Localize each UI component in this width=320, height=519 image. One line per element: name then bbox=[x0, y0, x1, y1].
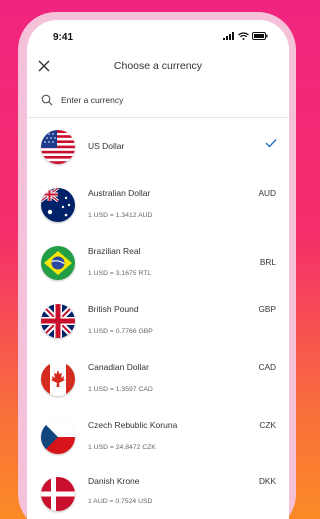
currency-row-brl[interactable]: Brazilian Real 1 USD = 3.1675 RTL BRL bbox=[27, 234, 289, 290]
battery-icon bbox=[252, 32, 268, 40]
phone-screen: 9:41 Choose a currency Enter a currency … bbox=[27, 20, 289, 519]
ca-flag-icon bbox=[41, 362, 75, 396]
currency-code: CZK bbox=[259, 420, 276, 430]
search-bar[interactable] bbox=[41, 92, 277, 108]
exchange-rate: 1 USD = 3.1675 RTL bbox=[88, 270, 152, 277]
currency-code: GBP bbox=[258, 304, 276, 314]
currency-code: DKK bbox=[258, 476, 276, 486]
currency-row-aud[interactable]: Australian Dollar 1 USD = 1.3412 AUD AUD bbox=[27, 176, 289, 232]
header: Choose a currency bbox=[27, 56, 289, 82]
status-icons bbox=[223, 31, 268, 41]
dk-flag-icon bbox=[41, 477, 75, 511]
currency-name: US Dollar bbox=[88, 141, 125, 151]
search-input[interactable] bbox=[61, 95, 261, 105]
currency-row-usd[interactable]: US Dollar bbox=[27, 118, 289, 174]
us-flag-icon bbox=[41, 130, 75, 164]
currency-code: CAD bbox=[258, 362, 276, 372]
exchange-rate: 1 USD = 0.7766 GBP bbox=[88, 328, 153, 335]
exchange-rate: 1 USD = 1.3597 CAD bbox=[88, 386, 153, 393]
exchange-rate: 1 AUD = 0.7524 USD bbox=[88, 498, 153, 505]
currency-row-czk[interactable]: Czech Rebublic Koruna 1 USD = 24.8472 CZ… bbox=[27, 408, 289, 464]
exchange-rate: 1 USD = 1.3412 AUD bbox=[88, 212, 153, 219]
exchange-rate: 1 USD = 24.8472 CZK bbox=[88, 444, 156, 451]
cz-flag-icon bbox=[41, 420, 75, 454]
search-icon bbox=[41, 94, 53, 106]
currency-name: Brazilian Real bbox=[88, 246, 141, 256]
status-time: 9:41 bbox=[53, 32, 74, 43]
status-bar: 9:41 bbox=[27, 20, 289, 52]
currency-name: Canadian Dollar bbox=[88, 362, 149, 372]
currency-code: AUD bbox=[258, 188, 276, 198]
currency-name: Danish Krone bbox=[88, 476, 140, 486]
currency-row-dkk[interactable]: Danish Krone 1 AUD = 0.7524 USD DKK bbox=[27, 465, 289, 519]
currency-name: Australian Dollar bbox=[88, 188, 151, 198]
currency-name: British Pound bbox=[88, 304, 139, 314]
br-flag-icon bbox=[41, 246, 75, 280]
page-title: Choose a currency bbox=[113, 60, 203, 72]
gb-flag-icon bbox=[41, 304, 75, 338]
currency-code: BRL bbox=[259, 257, 276, 267]
currency-name: Czech Rebublic Koruna bbox=[88, 420, 178, 430]
checkmark-icon bbox=[265, 139, 277, 148]
au-flag-icon bbox=[41, 188, 75, 222]
currency-row-gbp[interactable]: British Pound 1 USD = 0.7766 GBP GBP bbox=[27, 292, 289, 348]
wifi-icon bbox=[238, 32, 249, 40]
currency-row-cad[interactable]: Canadian Dollar 1 USD = 1.3597 CAD CAD bbox=[27, 350, 289, 406]
signal-icon bbox=[223, 32, 234, 40]
